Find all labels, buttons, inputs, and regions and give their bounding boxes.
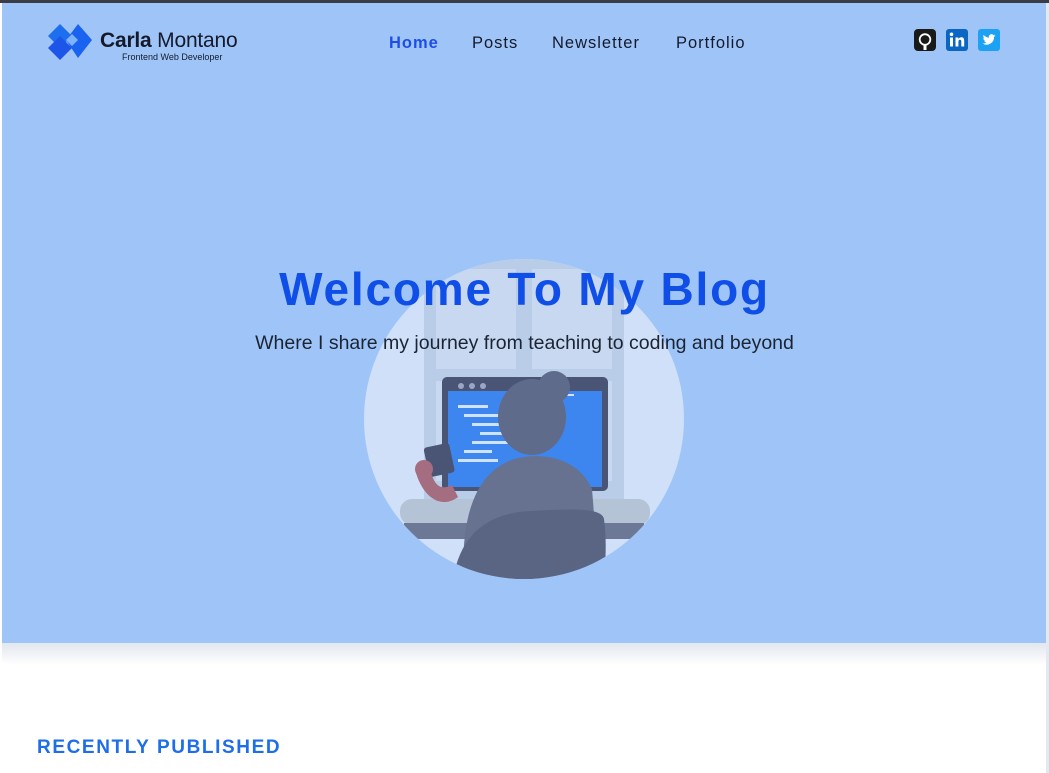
hero-shadow [2, 643, 1046, 665]
twitter-icon [978, 29, 1000, 51]
github-link[interactable] [914, 29, 936, 51]
linkedin-icon [946, 29, 968, 51]
section-title-recently-published: RECENTLY PUBLISHED [37, 737, 282, 758]
nav-posts[interactable]: Posts [472, 34, 518, 53]
twitter-link[interactable] [978, 29, 1000, 51]
logo-tagline: Frontend Web Developer [122, 52, 223, 62]
github-icon [914, 29, 936, 51]
logo-mark-icon [48, 24, 92, 60]
nav-newsletter[interactable]: Newsletter [552, 34, 640, 53]
site-logo[interactable]: Carla Montano Frontend Web Developer [46, 22, 256, 64]
linkedin-link[interactable] [946, 29, 968, 51]
hero-subtitle: Where I share my journey from teaching t… [255, 332, 794, 354]
hero-title: Welcome To My Blog [279, 263, 770, 315]
nav-portfolio[interactable]: Portfolio [676, 34, 746, 53]
nav-home[interactable]: Home [389, 34, 439, 53]
logo-name: Carla Montano [100, 29, 238, 52]
